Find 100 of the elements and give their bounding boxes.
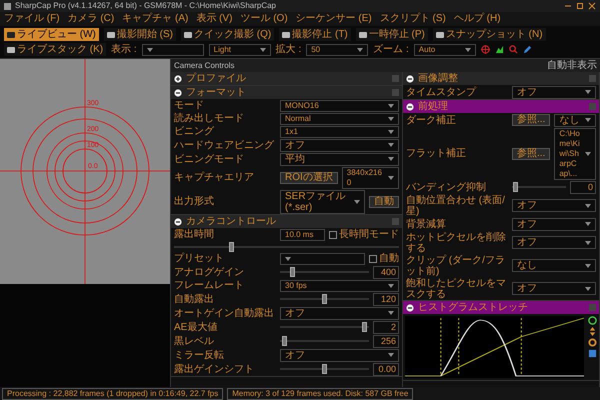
section-toggle[interactable] [589,304,596,311]
slider-value-field[interactable]: 120 [373,292,399,306]
dropdown[interactable]: Normal [280,112,399,124]
dropdown[interactable]: オフ [512,236,596,249]
panel-button[interactable]: 参照... [512,114,550,126]
dropdown[interactable]: 50 [306,44,368,56]
section-toggle[interactable] [589,103,596,110]
menu-item[interactable]: キャプチャ (A) [122,13,188,25]
slider-thumb[interactable] [512,182,518,192]
exposure-field[interactable]: 10.0 ms [280,228,325,240]
menu-item[interactable]: スクリプト (S) [380,13,446,25]
dropdown[interactable]: MONO16 [280,100,399,112]
chart-icon[interactable] [494,45,504,54]
slider-track[interactable] [280,336,369,346]
menu-item[interactable]: ファイル (F) [4,13,60,25]
dropdown-caret-icon [585,222,591,226]
dropdown[interactable]: 平均 [280,152,399,166]
section-header[interactable]: プロファイル [171,72,402,85]
dropdown[interactable]: オフ [280,306,399,320]
expand-icon[interactable] [174,74,182,82]
slider-track[interactable] [280,294,369,304]
dropdown[interactable]: 30 fps [280,280,399,292]
dropdown[interactable]: C:\Home\Kiwi\SharpCap\... [554,128,596,180]
move-icon[interactable] [588,327,597,336]
slider-thumb[interactable] [322,294,327,304]
dropdown[interactable]: Light [208,44,271,56]
slider-track[interactable] [280,322,369,332]
menu-item[interactable]: ヘルプ (H) [454,13,501,25]
slider-value-field[interactable]: 400 [373,266,399,278]
slider-value-field[interactable]: 0 [570,180,596,194]
menu-item[interactable]: 表示 (V) [196,13,232,25]
pen-icon[interactable] [522,45,532,54]
section-header[interactable]: 画像調整 [403,72,599,85]
collapse-icon[interactable] [406,102,414,110]
dropdown[interactable]: 1x1 [280,126,399,138]
slider-thumb[interactable] [362,322,368,332]
slider-track[interactable] [280,364,369,374]
section-toggle[interactable] [392,218,399,225]
toolbar-button[interactable]: スナップショット (N) [432,28,546,41]
slider-thumb[interactable] [322,364,327,374]
dropdown[interactable]: オフ [512,282,596,295]
section-title: 前処理 [418,101,449,112]
toolbar-button[interactable]: 撮影開始 (S) [104,28,176,41]
toolbar-button[interactable]: クイック撮影 (Q) [181,28,274,41]
dropdown[interactable]: 3840x2160 [342,166,399,188]
target-icon[interactable] [480,45,490,54]
dropdown-caret-icon [388,143,394,147]
toolbar-button[interactable]: ライブビュー (W) [4,28,99,41]
slider-track[interactable] [512,182,566,192]
toolbar-button[interactable]: ライブスタック (K) [4,43,106,56]
section-toggle[interactable] [589,75,596,82]
control-label: プリセット [174,253,225,264]
menu-item[interactable]: ツール (O) [240,13,288,25]
toolbar-label: 拡大 : [276,44,302,55]
section-header[interactable]: フォーマット [171,86,402,99]
dropdown[interactable]: SERファイル (*.ser) [280,190,365,214]
control-label: ホットピクセルを削除する [406,232,507,254]
dropdown[interactable]: Auto [414,44,476,56]
collapse-icon[interactable] [174,88,182,96]
section-header[interactable]: カメラコントロール [171,215,402,228]
slider-track[interactable] [174,242,399,252]
dropdown[interactable]: なし [512,259,596,272]
dropdown[interactable]: オフ [512,86,596,98]
dropdown[interactable]: オフ [512,199,596,212]
auto-hide-toggle[interactable]: 自動非表示 [547,60,597,71]
maximize-icon[interactable] [576,2,584,10]
collapse-icon[interactable] [406,304,414,312]
toolbar-button[interactable]: 一時停止 (P) [356,28,428,41]
dropdown-caret-icon [285,256,291,260]
collapse-icon[interactable] [406,74,414,82]
dropdown[interactable]: オフ [512,218,596,230]
magnifier-icon[interactable] [508,45,518,54]
menu-item[interactable]: カメラ (C) [68,13,114,25]
slider-value-field[interactable]: 0.00 [373,362,399,376]
control-label: 読み出しモード [174,113,245,124]
panel-button[interactable]: 参照... [512,148,550,160]
dropdown-caret-icon [585,152,591,156]
control-label: 自動位置合わせ (表面/星) [406,194,506,216]
dropdown[interactable]: なし [554,114,596,126]
toolbar-button[interactable]: 撮影停止 (T) [279,28,351,41]
panel-button[interactable]: ROIの選択 [280,172,338,184]
control-label: AE最大値 [174,322,218,332]
slider-thumb[interactable] [282,336,287,346]
dropdown[interactable]: オフ [280,348,399,362]
dropdown[interactable]: オフ [280,138,399,152]
dropdown-caret-icon [585,264,591,268]
slider-value-field[interactable]: 256 [373,334,399,348]
slider-thumb[interactable] [290,267,296,277]
menu-item[interactable]: シーケンサー (E) [296,13,372,25]
slider-value-field[interactable]: 2 [373,320,399,334]
panel-button[interactable]: 自動 [369,196,399,208]
ring-icon[interactable] [588,338,597,347]
collapse-icon[interactable] [174,218,182,226]
dropdown-caret-icon [388,284,394,288]
slider-track[interactable] [280,267,369,277]
checkbox[interactable] [329,230,337,238]
checkbox[interactable] [369,254,377,262]
section-title: フォーマット [186,87,247,98]
slider-thumb[interactable] [229,242,234,252]
close-icon[interactable] [588,2,596,10]
